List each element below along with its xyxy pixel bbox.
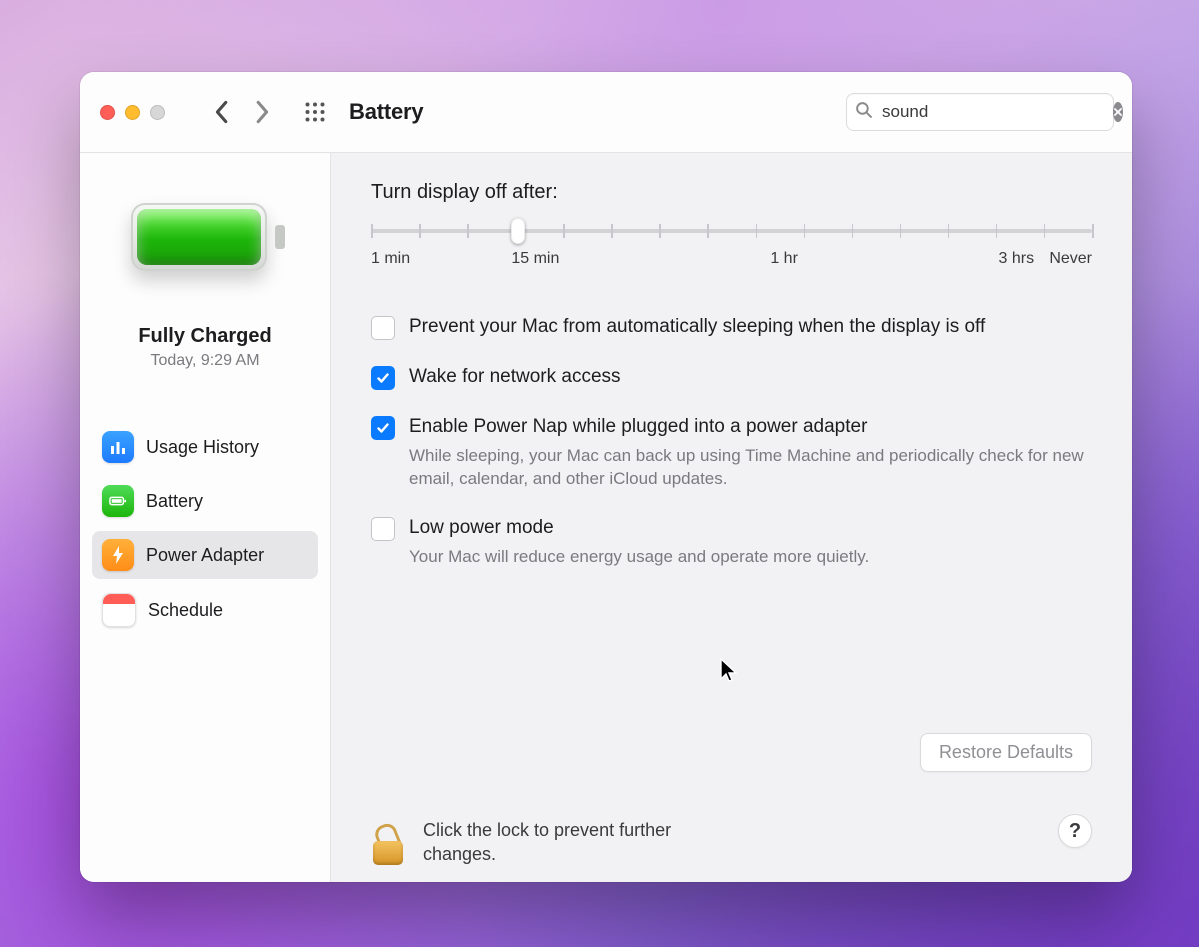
chart-icon — [102, 431, 134, 463]
sidebar-item-power-adapter[interactable]: Power Adapter — [92, 531, 318, 579]
cursor-icon — [719, 657, 739, 683]
option-label: Enable Power Nap while plugged into a po… — [409, 414, 1092, 440]
sidebar-item-label: Usage History — [146, 437, 259, 458]
lock-button[interactable] — [371, 821, 407, 865]
option-low-power: Low power mode Your Mac will reduce ener… — [371, 515, 1092, 568]
slider-label: Turn display off after: — [371, 181, 1092, 204]
sidebar-item-battery[interactable]: Battery — [92, 477, 318, 525]
option-label: Low power mode — [409, 515, 869, 541]
option-description: While sleeping, your Mac can back up usi… — [409, 444, 1092, 492]
restore-defaults-button[interactable]: Restore Defaults — [920, 733, 1092, 772]
checkbox-prevent-sleep[interactable] — [371, 316, 395, 340]
toolbar: Battery — [80, 72, 1132, 153]
window-controls — [100, 105, 165, 120]
slider-thumb[interactable] — [511, 218, 525, 244]
content-pane: Turn display off after: 1 min 15 min 1 h… — [331, 153, 1132, 882]
search-input[interactable] — [880, 101, 1105, 123]
battery-illustration — [125, 193, 285, 291]
checkbox-wake-network[interactable] — [371, 366, 395, 390]
zoom-button[interactable] — [150, 105, 165, 120]
checkbox-low-power[interactable] — [371, 517, 395, 541]
battery-status: Fully Charged — [90, 325, 320, 348]
option-label: Prevent your Mac from automatically slee… — [409, 314, 985, 340]
slider-marks: 1 min 15 min 1 hr 3 hrs Never — [371, 250, 1092, 274]
forward-button[interactable] — [249, 94, 277, 130]
battery-icon — [102, 485, 134, 517]
option-prevent-sleep: Prevent your Mac from automatically slee… — [371, 314, 1092, 340]
option-description: Your Mac will reduce energy usage and op… — [409, 545, 869, 569]
option-power-nap: Enable Power Nap while plugged into a po… — [371, 414, 1092, 491]
sidebar-item-label: Schedule — [148, 600, 223, 621]
minimize-button[interactable] — [125, 105, 140, 120]
preferences-window: Battery Fully Charged Today — [80, 72, 1132, 882]
help-button[interactable]: ? — [1058, 814, 1092, 848]
sidebar: Fully Charged Today, 9:29 AM Usage Histo… — [80, 153, 331, 882]
bolt-icon — [102, 539, 134, 571]
show-all-button[interactable] — [301, 98, 329, 126]
sidebar-item-label: Power Adapter — [146, 545, 264, 566]
back-button[interactable] — [207, 94, 235, 130]
search-field[interactable] — [846, 93, 1114, 131]
sidebar-item-label: Battery — [146, 491, 203, 512]
search-icon — [855, 101, 872, 123]
sidebar-item-schedule[interactable]: Schedule — [92, 585, 318, 635]
lock-text: Click the lock to prevent further change… — [423, 819, 683, 866]
clear-search-button[interactable] — [1113, 102, 1123, 122]
page-title: Battery — [349, 99, 832, 125]
option-label: Wake for network access — [409, 364, 621, 390]
footer: Click the lock to prevent further change… — [371, 807, 1092, 866]
checkbox-power-nap[interactable] — [371, 416, 395, 440]
option-wake-network: Wake for network access — [371, 364, 1092, 390]
display-off-slider[interactable] — [371, 218, 1092, 244]
calendar-icon — [102, 593, 136, 627]
battery-status-time: Today, 9:29 AM — [90, 352, 320, 370]
close-button[interactable] — [100, 105, 115, 120]
sidebar-item-usage-history[interactable]: Usage History — [92, 423, 318, 471]
